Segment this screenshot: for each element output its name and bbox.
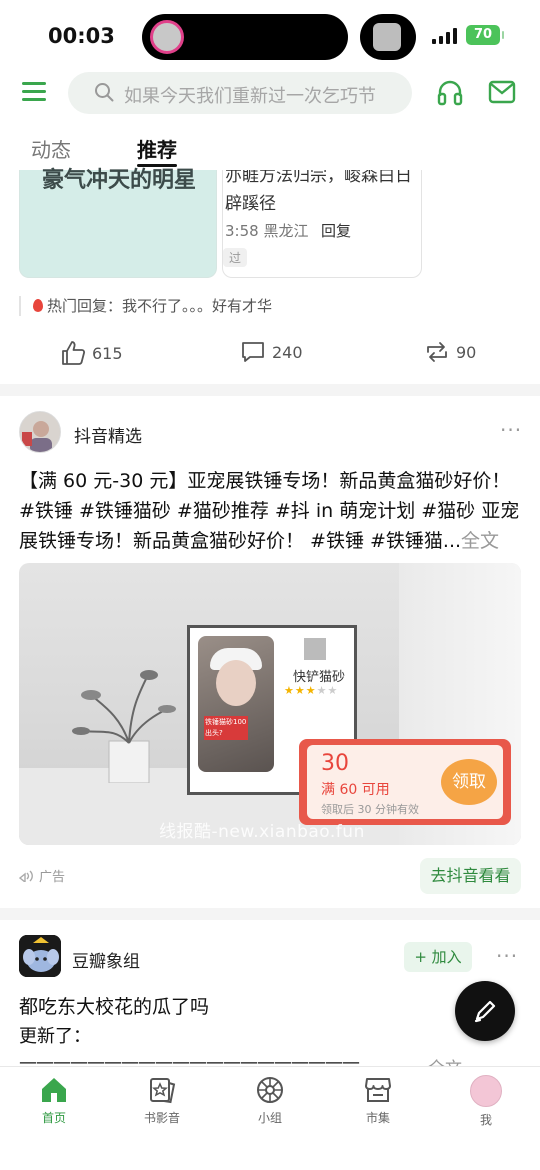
hot-reply[interactable]: 热门回复：我不行了。。。好有才华 [19, 296, 272, 316]
product-photo: 铁锤猫砂100出头? [198, 636, 274, 772]
post-body-line: 更新了： [19, 1026, 91, 1047]
ad-image[interactable]: 铁锤猫砂100出头? 快铲猫砂 ★★★★★ 30 满 60 可用 领取后 30 … [19, 563, 521, 845]
avatar [470, 1075, 502, 1107]
live-activity-avatar [150, 20, 184, 54]
signal-icon [432, 28, 457, 44]
status-time: 00:03 [48, 24, 115, 48]
join-group-button[interactable]: + 加入 [404, 942, 472, 972]
coupon-body: 30 满 60 可用 领取后 30 分钟有效 领取 [307, 745, 503, 819]
repost-button[interactable]: 90 [424, 340, 476, 364]
coupon-amount: 30 [321, 751, 349, 776]
more-options-icon[interactable]: ··· [500, 418, 522, 442]
feed-divider [0, 384, 540, 396]
like-count: 615 [92, 343, 123, 363]
face-shape [216, 660, 256, 706]
fire-icon [33, 299, 43, 312]
status-bar: 00:03 70 [0, 0, 540, 70]
market-icon [365, 1078, 391, 1102]
compose-button[interactable] [455, 981, 515, 1041]
hot-reply-text: 热门回复：我不行了。。。好有才华 [47, 297, 273, 315]
reply-card-title: 亦睚方法归宗，峻森白日辟蹊径 [225, 170, 412, 214]
feed-post: 豪气冲天的明星 亦睚方法归宗，峻森白日辟蹊径 3:58 黑龙江 回复 过 热门回… [0, 168, 540, 384]
group-name[interactable]: 豆瓣象组 [72, 947, 140, 972]
nav-book-film[interactable]: 书影音 [122, 1075, 202, 1126]
headphone-icon[interactable] [436, 78, 464, 106]
post-actions: 615 240 90 [0, 338, 540, 368]
product-description-lines [284, 702, 350, 722]
nav-market[interactable]: 市集 [338, 1075, 418, 1126]
repost-icon [427, 342, 447, 362]
open-douyin-button[interactable]: 去抖音看看 [420, 858, 521, 894]
repost-count: 90 [456, 342, 477, 362]
broadcast-icon [19, 870, 33, 882]
nav-label: 市集 [365, 1111, 390, 1125]
photo-caption: 铁锤猫砂100出头? [204, 716, 248, 740]
post-body-text: 【满 60 元-30 元】亚宠展铁锤专场！新品黄盒猫砂好价！#铁锤 #铁锤猫砂 … [19, 470, 520, 552]
comment-count: 240 [272, 342, 303, 362]
nav-me[interactable]: 我 [446, 1075, 526, 1128]
watermark: 线报酷-new.xianbao.fun [159, 822, 365, 842]
coupon-expiry: 领取后 30 分钟有效 [321, 803, 419, 816]
dynamic-island [142, 14, 348, 60]
book-film-icon [150, 1078, 176, 1104]
expand-fulltext-link[interactable]: 全文 [461, 530, 499, 552]
live-activity-thumbnail [360, 14, 416, 60]
reply-card[interactable]: 亦睚方法归宗，峻森白日辟蹊径 3:58 黑龙江 回复 过 [222, 170, 422, 278]
like-button[interactable]: 615 [60, 340, 123, 366]
topic-card[interactable]: 豪气冲天的明星 [19, 168, 217, 278]
plant-decoration [72, 670, 176, 783]
coupon-condition: 满 60 可用 [321, 782, 390, 798]
menu-icon[interactable] [22, 82, 46, 102]
rating-stars: ★★★★★ [284, 684, 339, 697]
nav-home[interactable]: 首页 [14, 1075, 94, 1126]
pencil-icon [474, 1000, 496, 1023]
ad-label: 广告 [19, 866, 65, 885]
search-icon [95, 83, 114, 102]
reply-card-tag: 过 [223, 248, 248, 267]
search-bar[interactable]: 如果今天我们重新过一次乞巧节 [68, 72, 412, 114]
avatar[interactable] [19, 411, 61, 453]
home-icon [42, 1078, 66, 1102]
product-thumbnail [304, 638, 326, 660]
group-icon [257, 1077, 283, 1103]
bottom-nav: 首页 书影音 小组 市集 我 [0, 1066, 540, 1170]
avatar-image [20, 412, 60, 452]
more-options-icon[interactable]: ··· [496, 944, 518, 968]
post-body[interactable]: 【满 60 元-30 元】亚宠展铁锤专场！新品黄盒猫砂好价！#铁锤 #铁锤猫砂 … [19, 466, 523, 556]
mail-icon[interactable] [488, 80, 516, 104]
thumbs-up-icon [62, 341, 86, 365]
feed-divider [0, 908, 540, 920]
topic-card-text: 豪气冲天的明星 [42, 168, 197, 193]
coupon-card[interactable]: 30 满 60 可用 领取后 30 分钟有效 领取 [299, 739, 511, 825]
claim-coupon-button[interactable]: 领取 [441, 759, 497, 805]
group-avatar[interactable] [19, 935, 61, 977]
post-title[interactable]: 都吃东大校花的瓜了吗 [19, 992, 209, 1019]
search-placeholder: 如果今天我们重新过一次乞巧节 [124, 86, 376, 107]
nav-label: 小组 [257, 1111, 282, 1125]
nav-label: 书影音 [143, 1111, 180, 1125]
battery-indicator: 70 [466, 25, 504, 45]
nav-label: 我 [479, 1113, 492, 1127]
reply-card-meta: 3:58 黑龙江 [225, 222, 309, 240]
nav-label: 首页 [41, 1111, 66, 1125]
tab-recommend[interactable]: 推荐 [137, 134, 177, 163]
comment-button[interactable]: 240 [240, 340, 303, 364]
product-name: 快铲猫砂 [293, 670, 346, 685]
ad-label-text: 广告 [39, 870, 66, 885]
elephant-icon [19, 935, 61, 977]
post-author[interactable]: 抖音精选 [74, 422, 142, 447]
reply-link[interactable]: 回复 [321, 220, 351, 241]
nav-group[interactable]: 小组 [230, 1075, 310, 1126]
thumbnail-image [373, 23, 401, 51]
tab-dynamic[interactable]: 动态 [31, 134, 71, 163]
comment-icon [242, 342, 264, 362]
